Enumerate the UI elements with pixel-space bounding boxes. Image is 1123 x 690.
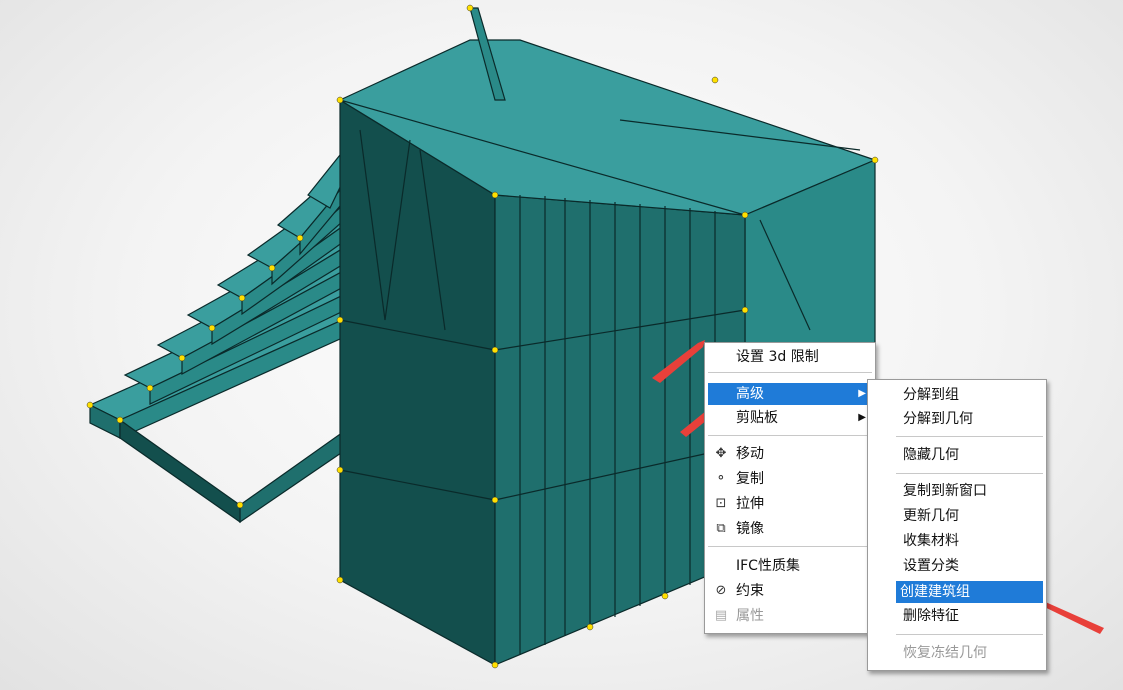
menu-item-label: 约束: [736, 583, 764, 599]
stretch-icon: ⊡: [715, 496, 727, 511]
menu-item-label: 镜像: [736, 521, 764, 537]
submenu-item-explode-to-group[interactable]: 分解到组: [871, 384, 1043, 406]
submenu-arrow-icon: ▶: [858, 412, 866, 423]
menu-item-stretch[interactable]: ⊡ 拉伸: [708, 493, 872, 515]
menu-item-label: 删除特征: [903, 608, 959, 624]
staircase-model[interactable]: [88, 139, 362, 524]
menu-item-mirror[interactable]: ⧉ 镜像: [708, 518, 872, 540]
menu-item-label: 隐藏几何: [903, 447, 959, 463]
submenu-item-restore-frozen-geometry[interactable]: 恢复冻结几何: [871, 642, 1043, 664]
context-menu: 设置 3d 限制 高级 ▶ 剪贴板 ▶ ✥ 移动 ⚬ 复制 ⊡ 拉伸 ⧉ 镜像 IFC性质集…: [704, 342, 876, 634]
menu-item-label: 剪贴板: [736, 410, 778, 426]
menu-item-label: IFC性质集: [736, 558, 800, 574]
menu-separator: [708, 372, 872, 373]
copy-icon: ⚬: [715, 471, 727, 486]
menu-item-label: 设置 3d 限制: [736, 349, 819, 365]
menu-item-advanced[interactable]: 高级 ▶: [708, 383, 872, 405]
menu-item-properties[interactable]: ▤ 属性: [708, 605, 872, 627]
menu-item-copy[interactable]: ⚬ 复制: [708, 468, 872, 490]
menu-item-label: 创建建筑组: [900, 584, 970, 600]
menu-item-label: 属性: [736, 608, 764, 624]
menu-item-label: 复制到新窗口: [903, 483, 987, 499]
menu-item-label: 移动: [736, 446, 764, 462]
submenu-item-delete-feature[interactable]: 删除特征: [871, 605, 1043, 627]
submenu-item-create-building-group[interactable]: 创建建筑组: [896, 581, 1043, 603]
mirror-icon: ⧉: [716, 521, 726, 536]
menu-item-label: 设置分类: [903, 558, 959, 574]
menu-item-set-3d-limit[interactable]: 设置 3d 限制: [708, 346, 872, 368]
properties-icon: ▤: [714, 608, 728, 623]
menu-item-label: 分解到几何: [903, 411, 973, 427]
submenu-arrow-icon: ▶: [858, 388, 866, 399]
menu-item-move[interactable]: ✥ 移动: [708, 443, 872, 465]
menu-item-clipboard[interactable]: 剪贴板 ▶: [708, 407, 872, 429]
menu-item-label: 更新几何: [903, 508, 959, 524]
menu-item-label: 分解到组: [903, 387, 959, 403]
menu-separator: [896, 634, 1043, 635]
menu-item-ifc-property-set[interactable]: IFC性质集: [708, 555, 872, 577]
advanced-submenu: 分解到组 分解到几何 隐藏几何 复制到新窗口 更新几何 收集材料 设置分类 创建…: [867, 379, 1047, 671]
menu-item-label: 高级: [736, 386, 764, 402]
menu-item-label: 拉伸: [736, 496, 764, 512]
submenu-item-hide-geometry[interactable]: 隐藏几何: [871, 444, 1043, 466]
menu-separator: [708, 546, 872, 547]
submenu-item-collect-materials[interactable]: 收集材料: [871, 530, 1043, 552]
menu-separator: [708, 435, 872, 436]
submenu-item-explode-to-geometry[interactable]: 分解到几何: [871, 408, 1043, 430]
menu-item-label: 收集材料: [903, 533, 959, 549]
menu-separator: [896, 473, 1043, 474]
move-icon: ✥: [715, 446, 727, 461]
constraint-icon: ⊘: [715, 583, 727, 598]
menu-separator: [896, 436, 1043, 437]
submenu-item-update-geometry[interactable]: 更新几何: [871, 505, 1043, 527]
menu-item-constraint[interactable]: ⊘ 约束: [708, 580, 872, 602]
submenu-item-set-classification[interactable]: 设置分类: [871, 555, 1043, 577]
submenu-item-copy-to-new-window[interactable]: 复制到新窗口: [871, 480, 1043, 502]
menu-item-label: 复制: [736, 471, 764, 487]
menu-item-label: 恢复冻结几何: [903, 645, 987, 661]
